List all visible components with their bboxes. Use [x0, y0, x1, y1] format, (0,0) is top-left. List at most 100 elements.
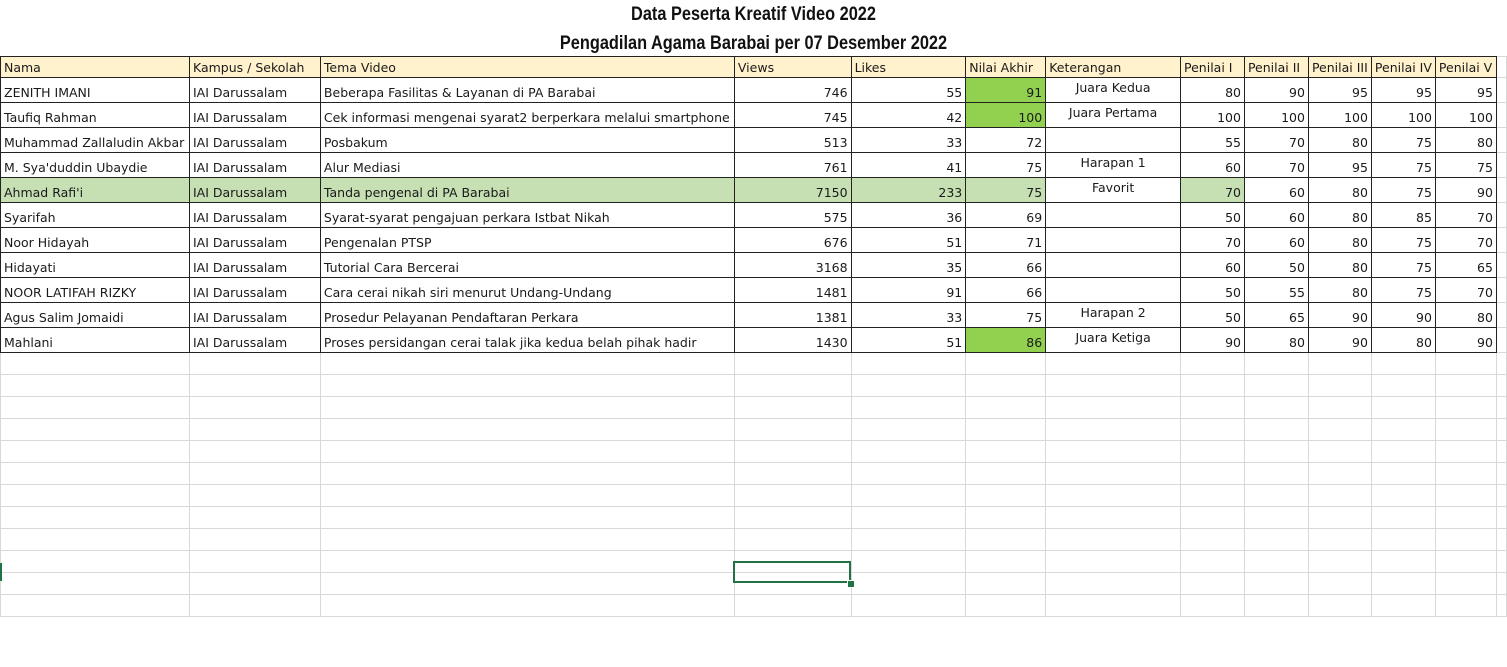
empty-cell[interactable]	[965, 462, 1047, 485]
empty-cell[interactable]	[319, 440, 735, 463]
cell-tema[interactable]: Pengenalan PTSP	[319, 227, 735, 253]
cell-kampus[interactable]: IAI Darussalam	[188, 202, 321, 228]
cell-keterangan[interactable]	[1045, 127, 1182, 153]
empty-cell[interactable]	[850, 528, 967, 551]
empty-cell[interactable]	[1307, 440, 1372, 463]
cell-kampus[interactable]: IAI Darussalam	[188, 302, 321, 328]
empty-cell[interactable]	[188, 594, 321, 617]
cell-keterangan[interactable]	[1045, 227, 1182, 253]
cell-tema[interactable]: Cara cerai nikah siri menurut Undang-Und…	[319, 277, 735, 303]
empty-cell[interactable]	[1307, 528, 1372, 551]
empty-cell[interactable]	[1495, 127, 1507, 153]
empty-cell[interactable]	[1243, 396, 1309, 419]
cell-penilai-3[interactable]: 95	[1307, 152, 1372, 178]
cell-likes[interactable]: 42	[850, 102, 967, 128]
cell-penilai-1[interactable]: 50	[1180, 202, 1245, 228]
cell-penilai-2[interactable]: 100	[1243, 102, 1309, 128]
empty-cell[interactable]	[733, 484, 852, 507]
empty-cell[interactable]	[850, 484, 967, 507]
empty-cell[interactable]	[1243, 572, 1309, 595]
empty-cell[interactable]	[1495, 77, 1507, 103]
empty-cell[interactable]	[1495, 327, 1507, 353]
empty-cell[interactable]	[1180, 462, 1245, 485]
cell-views[interactable]: 1481	[733, 277, 852, 303]
cell-nilai-akhir[interactable]: 75	[965, 152, 1047, 178]
cell-tema[interactable]: Alur Mediasi	[319, 152, 735, 178]
empty-cell[interactable]	[1045, 550, 1182, 573]
empty-cell[interactable]	[1434, 484, 1497, 507]
empty-cell[interactable]	[733, 594, 852, 617]
empty-cell[interactable]	[965, 594, 1047, 617]
empty-cell[interactable]	[1370, 550, 1436, 573]
cell-likes[interactable]: 51	[850, 327, 967, 353]
cell-views[interactable]: 746	[733, 77, 852, 103]
cell-keterangan[interactable]: Harapan 2	[1045, 302, 1182, 328]
cell-nama[interactable]: M. Sya'duddin Ubaydie	[0, 152, 190, 178]
empty-cell[interactable]	[319, 352, 735, 375]
cell-tema[interactable]: Beberapa Fasilitas & Layanan di PA Barab…	[319, 77, 735, 103]
empty-cell[interactable]	[188, 418, 321, 441]
empty-cell[interactable]	[319, 484, 735, 507]
cell-kampus[interactable]: IAI Darussalam	[188, 327, 321, 353]
empty-cell[interactable]	[850, 374, 967, 397]
cell-penilai-3[interactable]: 80	[1307, 177, 1372, 203]
cell-kampus[interactable]: IAI Darussalam	[188, 102, 321, 128]
cell-tema[interactable]: Tanda pengenal di PA Barabai	[319, 177, 735, 203]
empty-cell[interactable]	[0, 528, 190, 551]
empty-cell[interactable]	[965, 506, 1047, 529]
empty-cell[interactable]	[1307, 374, 1372, 397]
empty-cell[interactable]	[1307, 594, 1372, 617]
empty-cell[interactable]	[733, 352, 852, 375]
empty-cell[interactable]	[1495, 528, 1507, 551]
empty-cell[interactable]	[1045, 484, 1182, 507]
empty-cell[interactable]	[1370, 528, 1436, 551]
empty-cell[interactable]	[1045, 594, 1182, 617]
cell-penilai-5[interactable]: 75	[1434, 152, 1497, 178]
empty-cell[interactable]	[319, 572, 735, 595]
header-nilai-akhir[interactable]: Nilai Akhir	[965, 56, 1047, 78]
empty-cell[interactable]	[319, 462, 735, 485]
empty-cell[interactable]	[1045, 374, 1182, 397]
empty-cell[interactable]	[1370, 374, 1436, 397]
cell-likes[interactable]: 36	[850, 202, 967, 228]
cell-kampus[interactable]: IAI Darussalam	[188, 277, 321, 303]
header-nama[interactable]: Nama	[0, 56, 190, 78]
empty-cell[interactable]	[1370, 462, 1436, 485]
cell-penilai-4[interactable]: 75	[1370, 177, 1436, 203]
cell-penilai-4[interactable]: 75	[1370, 152, 1436, 178]
cell-views[interactable]: 3168	[733, 252, 852, 278]
empty-cell[interactable]	[1180, 528, 1245, 551]
empty-cell[interactable]	[1243, 484, 1309, 507]
empty-cell[interactable]	[1434, 374, 1497, 397]
cell-penilai-5[interactable]: 70	[1434, 202, 1497, 228]
empty-cell[interactable]	[1495, 440, 1507, 463]
cell-views[interactable]: 761	[733, 152, 852, 178]
cell-nama[interactable]: Syarifah	[0, 202, 190, 228]
cell-penilai-1[interactable]: 90	[1180, 327, 1245, 353]
empty-cell[interactable]	[1495, 252, 1507, 278]
empty-cell[interactable]	[1495, 374, 1507, 397]
cell-nilai-akhir[interactable]: 66	[965, 252, 1047, 278]
cell-keterangan[interactable]: Juara Kedua	[1045, 77, 1182, 103]
empty-cell[interactable]	[319, 396, 735, 419]
empty-cell[interactable]	[188, 352, 321, 375]
cell-keterangan[interactable]: Favorit	[1045, 177, 1182, 203]
fill-handle[interactable]	[847, 580, 855, 588]
cell-likes[interactable]: 35	[850, 252, 967, 278]
empty-cell[interactable]	[1180, 594, 1245, 617]
empty-cell[interactable]	[188, 506, 321, 529]
empty-cell[interactable]	[0, 352, 190, 375]
cell-nama[interactable]: Agus Salim Jomaidi	[0, 302, 190, 328]
cell-penilai-4[interactable]: 75	[1370, 227, 1436, 253]
empty-cell[interactable]	[850, 506, 967, 529]
cell-penilai-2[interactable]: 70	[1243, 152, 1309, 178]
empty-cell[interactable]	[188, 484, 321, 507]
empty-cell[interactable]	[850, 396, 967, 419]
empty-cell[interactable]	[188, 374, 321, 397]
cell-penilai-3[interactable]: 90	[1307, 327, 1372, 353]
cell-penilai-5[interactable]: 70	[1434, 277, 1497, 303]
cell-penilai-5[interactable]: 65	[1434, 252, 1497, 278]
empty-cell[interactable]	[965, 550, 1047, 573]
cell-penilai-4[interactable]: 75	[1370, 127, 1436, 153]
cell-penilai-3[interactable]: 80	[1307, 202, 1372, 228]
